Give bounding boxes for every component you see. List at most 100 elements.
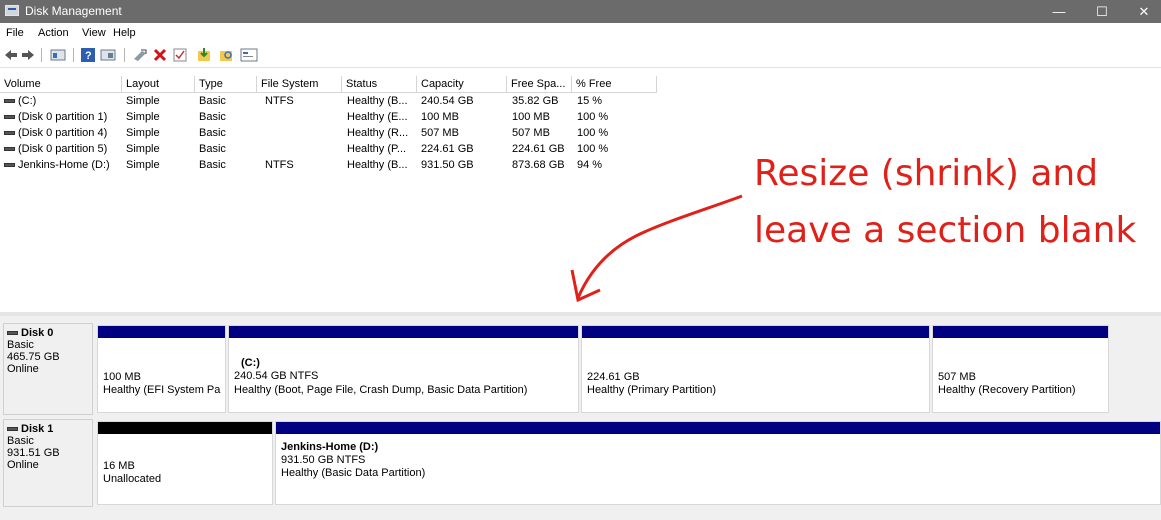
partition-unallocated[interactable]: 16 MB Unallocated [97,421,273,505]
status-cell: Healthy (B... [347,95,408,107]
title-bar: Disk Management — ☐ ✕ [0,0,1161,23]
close-button[interactable]: ✕ [1127,0,1161,23]
capacity-cell: 931.50 GB [421,159,474,171]
disk-icon [7,331,18,336]
partition-c[interactable]: (C:) 240.54 GB NTFS Healthy (Boot, Page … [228,325,579,413]
volume-icon [4,99,15,104]
menu-help[interactable]: Help [113,27,136,39]
capacity-cell: 240.54 GB [421,95,474,107]
disk-status: Online [7,363,39,375]
partition-bar [933,326,1108,338]
disk-size: 931.51 GB [7,447,60,459]
status-cell: Healthy (E... [347,111,408,123]
layout-cell: Simple [126,127,160,139]
disk-0-info[interactable]: Disk 0 Basic 465.75 GB Online [3,323,93,415]
annotation-line-1: Resize (shrink) and [754,153,1099,194]
import-icon[interactable] [196,47,212,63]
disk-1-info[interactable]: Disk 1 Basic 931.51 GB Online [3,419,93,507]
window-title: Disk Management [25,4,122,18]
rescan-icon[interactable] [218,47,234,63]
console-icon[interactable] [100,47,116,63]
minimize-button[interactable]: — [1042,0,1076,23]
status-cell: Healthy (R... [347,127,409,139]
disk-name: Disk 0 [21,327,54,339]
layout-cell: Simple [126,95,160,107]
column-header-status[interactable]: Status [342,76,417,93]
check-icon[interactable] [172,47,188,63]
type-cell: Basic [199,159,226,171]
partition-status: Healthy (EFI System Pa [103,384,221,396]
menu-view[interactable]: View [82,27,106,39]
disk-management-icon [5,5,19,16]
menu-bar: File Action View Help [0,23,1161,43]
connect-icon[interactable] [132,47,148,63]
capacity-cell: 507 MB [421,127,459,139]
percent-free-cell: 100 % [577,127,609,139]
partition-status: Healthy (Boot, Page File, Crash Dump, Ba… [234,384,528,396]
disk-status: Online [7,459,39,471]
layout-cell: Simple [126,111,160,123]
type-cell: Basic [199,127,226,139]
disk-name: Disk 1 [21,423,54,435]
column-header-volume[interactable]: Volume [0,76,122,93]
partition-recovery[interactable]: 507 MB Healthy (Recovery Partition) [932,325,1109,413]
partition-efi[interactable]: 100 MB Healthy (EFI System Pa [97,325,226,413]
partition-label: Jenkins-Home (D:) [281,441,379,453]
delete-icon[interactable] [152,47,168,63]
partition-size: 240.54 GB NTFS [234,370,319,382]
disk-icon [7,427,18,432]
type-cell: Basic [199,95,226,107]
disk-type: Basic [7,339,34,351]
partition-primary[interactable]: 224.61 GB Healthy (Primary Partition) [581,325,930,413]
volume-name: (Disk 0 partition 1) [18,111,108,123]
partition-size: 931.50 GB NTFS [281,454,366,466]
capacity-cell: 224.61 GB [421,143,474,155]
partition-size: 507 MB [938,371,976,383]
layout-cell: Simple [126,143,160,155]
toolbar-separator [73,48,74,62]
properties-icon[interactable] [240,47,258,63]
free-space-cell: 873.68 GB [512,159,565,171]
type-cell: Basic [199,111,226,123]
column-header-capacity[interactable]: Capacity [417,76,507,93]
menu-file[interactable]: File [6,27,24,39]
partition-bar [98,326,225,338]
maximize-button[interactable]: ☐ [1085,0,1119,23]
column-header-free-space[interactable]: Free Spa... [507,76,572,93]
svg-text:?: ? [85,50,92,62]
partition-size: 100 MB [103,371,141,383]
help-icon[interactable]: ? [80,47,96,63]
menu-action[interactable]: Action [38,27,69,39]
annotation-arrow [570,194,743,303]
file-system-cell [265,111,342,124]
free-space-cell: 507 MB [512,127,550,139]
file-system-cell [265,127,342,140]
percent-free-cell: 100 % [577,111,609,123]
partition-status: Healthy (Basic Data Partition) [281,467,426,479]
partition-status: Unallocated [103,473,162,485]
volume-name: Jenkins-Home (D:) [18,159,110,171]
status-cell: Healthy (P... [347,143,407,155]
show-disk-icon[interactable] [50,47,66,63]
percent-free-cell: 15 % [577,95,603,107]
partition-size: 224.61 GB [587,371,640,383]
file-system-cell: NTFS [265,159,294,171]
volume-icon [4,115,15,120]
percent-free-cell: 94 % [577,159,603,171]
column-header-type[interactable]: Type [195,76,257,93]
disk-map-pane: Disk 0 Basic 465.75 GB Online 100 MB Hea… [0,316,1161,520]
column-header-percent-free[interactable]: % Free [572,76,657,93]
partition-jenkins-home[interactable]: Jenkins-Home (D:) 931.50 GB NTFS Healthy… [275,421,1161,505]
forward-icon[interactable] [21,47,35,63]
free-space-cell: 100 MB [512,111,550,123]
capacity-cell: 100 MB [421,111,459,123]
back-icon[interactable] [4,47,18,63]
partition-bar [582,326,929,338]
disk-type: Basic [7,435,34,447]
partition-label: (C:) [241,357,260,369]
column-header-layout[interactable]: Layout [122,76,195,93]
column-header-file-system[interactable]: File System [257,76,342,93]
layout-cell: Simple [126,159,160,171]
disk-size: 465.75 GB [7,351,60,363]
file-system-cell: NTFS [265,95,294,107]
